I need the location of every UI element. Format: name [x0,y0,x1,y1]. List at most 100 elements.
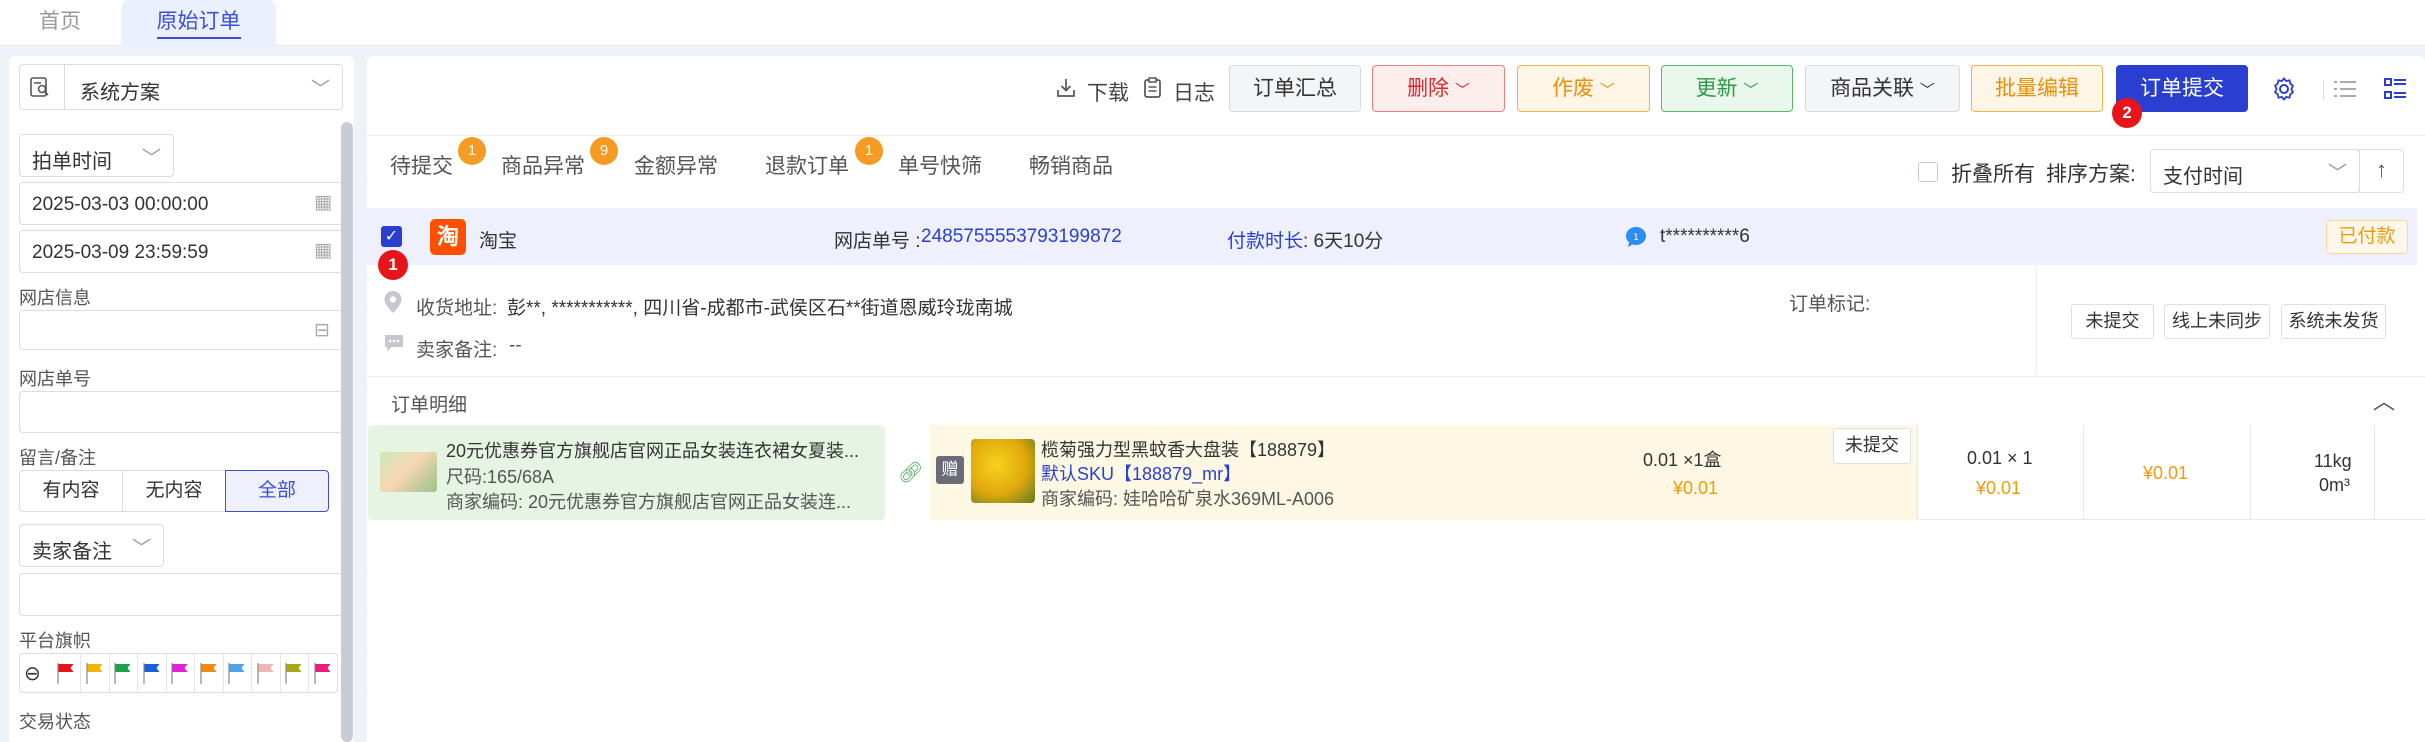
wangwang-icon[interactable]: 1 [1624,225,1648,249]
order-mark-label: 订单标记: [1789,294,1871,315]
col-price-qty: 0.01 × 1 [1967,448,2033,468]
tag-online-not-synced: 线上未同步 [2164,304,2270,339]
submit-step-badge: 2 [2112,98,2142,128]
comment-icon [383,333,405,353]
log-button[interactable]: 日志 [1173,77,1215,107]
delete-button[interactable]: 删除 ﹀ [1372,65,1505,112]
chevron-down-icon: ﹀ [131,538,151,559]
flag-icon[interactable] [139,654,167,692]
tab-order-quick-filter[interactable]: 单号快筛 [898,150,982,180]
tab-pending-submit[interactable]: 待提交 [390,150,453,180]
shop-order-number[interactable]: 2485755553793199872 [921,226,1122,248]
tab-badge: 1 [458,137,486,165]
scheme-icon [28,75,52,99]
calendar-icon: ▦ [314,240,332,261]
sort-direction-button[interactable]: ↑ [2359,149,2404,193]
shop-order-label: 网店单号 : [834,231,921,252]
seller-remark-input[interactable] [19,573,343,616]
shop-info-label: 网店信息 [19,288,91,308]
address-value: 彭**, ***********, 四川省-成都市-武侯区石**街道恩威玲珑南城 [507,298,1013,319]
tab-raw-orders-label: 原始订单 [156,10,241,39]
seller-remark-value: -- [509,335,522,356]
shop-icon: ⊟ [314,320,330,341]
update-button[interactable]: 更新 ﹀ [1661,65,1793,112]
remark-label: 留言/备注 [19,448,97,468]
item1-code: 商家编码: 20元优惠券官方旗舰店官网正品女装连... [446,492,852,512]
list-view-icon[interactable] [2332,78,2358,100]
item2-price: ¥0.01 [1673,478,1719,498]
flag-icon[interactable] [82,654,110,692]
scheme-select[interactable]: 系统方案 ﹀ [19,64,343,110]
link-icon[interactable]: 🔗︎ [898,460,923,485]
item1-size: 尺码:165/68A [446,467,555,487]
sort-select[interactable]: 支付时间 ﹀ [2150,149,2360,193]
remark-all[interactable]: 全部 [225,470,329,512]
flag-icon[interactable] [110,654,138,692]
remark-no-content[interactable]: 无内容 [122,470,226,512]
remark-has-content[interactable]: 有内容 [19,470,123,512]
col-price: ¥0.01 [1976,478,2022,498]
product-link-label: 商品关联 [1830,77,1915,100]
product-thumbnail [971,439,1035,503]
tab-refund-orders[interactable]: 退款订单 [765,150,849,180]
arrow-up-icon: ↑ [2376,157,2387,182]
tab-raw-orders[interactable]: 原始订单 [121,0,276,46]
item1-title: 20元优惠券官方旗舰店官网正品女装连衣裙女夏装... [446,441,860,461]
chevron-down-icon: ﹀ [141,148,161,169]
date-end-input[interactable]: 2025-03-09 23:59:59 ▦ [19,230,343,273]
log-icon[interactable] [1142,76,1164,100]
pay-duration: : 6天10分 [1303,231,1384,252]
tab-bestsellers[interactable]: 畅销商品 [1029,150,1113,180]
collapse-all-checkbox[interactable] [1918,162,1938,182]
download-icon[interactable] [1054,76,1078,100]
flag-icon[interactable] [196,654,224,692]
date-start-input[interactable]: 2025-03-03 00:00:00 ▦ [19,182,343,225]
tab-amount-exception[interactable]: 金额异常 [634,150,718,180]
download-button[interactable]: 下载 [1087,77,1129,107]
sort-value: 支付时间 [2163,166,2243,188]
buyer-nick: t**********6 [1660,226,1750,247]
shop-info-select[interactable]: ⊟ [19,310,343,350]
row-step-badge: 1 [378,250,408,280]
chevron-down-icon: ﹀ [2327,163,2347,184]
order-checkbox[interactable]: ✓ [381,226,402,247]
location-icon [383,290,403,314]
void-button[interactable]: 作废 ﹀ [1517,65,1650,112]
order-row-header [367,208,2417,265]
chevron-down-icon: ﹀ [310,79,330,100]
flag-icon[interactable] [167,654,195,692]
shop-order-input[interactable] [19,391,343,433]
item2-sku[interactable]: 默认SKU【188879_mr】 [1041,460,1241,486]
filter-sidebar: 系统方案 ﹀ 拍单时间 ﹀ 2025-03-03 00:00:00 ▦ 2025… [9,56,354,742]
chevron-down-icon: ﹀ [1919,82,1935,99]
item2-code: 商家编码: 娃哈哈矿泉水369ML-A006 [1041,489,1335,509]
card-view-icon[interactable] [2383,77,2407,101]
gear-icon[interactable] [2271,76,2297,102]
flag-icon[interactable] [281,654,309,692]
time-type-select[interactable]: 拍单时间 ﹀ [19,134,174,177]
batch-edit-button[interactable]: 批量编辑 [1971,65,2103,112]
tab-badge: 9 [590,137,618,165]
tab-home[interactable]: 首页 [0,0,120,46]
col-volume: 0m³ [2319,475,2350,495]
platform-name: 淘宝 [479,231,518,252]
seller-remark-value: 卖家备注 [32,541,112,563]
flag-icon[interactable] [224,654,252,692]
seller-remark-select[interactable]: 卖家备注 ﹀ [19,524,164,567]
no-flag-icon[interactable]: ⊖ [24,661,41,686]
taobao-icon: 淘 [430,219,466,255]
collapse-up-icon[interactable]: ︿ [2373,384,2395,416]
order-status-badge: 已付款 [2326,220,2408,254]
void-label: 作废 [1552,77,1595,100]
tag-system-not-shipped: 系统未发货 [2281,304,2386,339]
flag-icon[interactable] [53,654,81,692]
product-link-button[interactable]: 商品关联 ﹀ [1805,65,1960,112]
sidebar-scrollbar[interactable] [341,122,353,742]
flag-icon[interactable] [253,654,281,692]
chevron-down-icon: ﹀ [1599,82,1615,99]
flag-icon[interactable] [310,654,338,692]
order-summary-button[interactable]: 订单汇总 [1229,65,1361,112]
top-tab-bar: 首页 原始订单 [0,0,2425,46]
chevron-down-icon: ﹀ [1454,82,1470,99]
tab-product-exception[interactable]: 商品异常 [501,150,585,180]
